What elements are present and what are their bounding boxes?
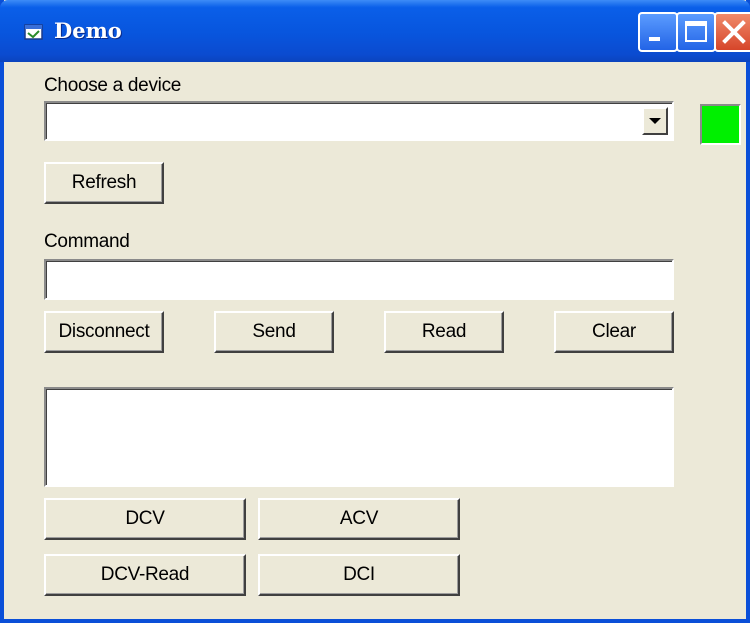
device-label: Choose a device bbox=[44, 75, 182, 96]
demo-window: Demo Choose a device Refresh Command Dis… bbox=[0, 0, 750, 623]
read-button[interactable]: Read bbox=[384, 311, 504, 353]
window-title: Demo bbox=[54, 18, 122, 43]
acv-button[interactable]: ACV bbox=[258, 498, 460, 540]
app-window-icon bbox=[24, 23, 44, 41]
dci-button[interactable]: DCI bbox=[258, 554, 460, 596]
refresh-button[interactable]: Refresh bbox=[44, 162, 164, 204]
close-icon bbox=[722, 20, 746, 44]
output-textarea[interactable] bbox=[44, 387, 674, 487]
clear-button[interactable]: Clear bbox=[554, 311, 674, 353]
dcv-read-button[interactable]: DCV-Read bbox=[44, 554, 246, 596]
chevron-down-icon[interactable] bbox=[642, 107, 668, 135]
minimize-icon bbox=[649, 37, 660, 41]
command-input[interactable] bbox=[44, 259, 674, 300]
disconnect-button[interactable]: Disconnect bbox=[44, 311, 164, 353]
close-button[interactable] bbox=[714, 12, 750, 52]
device-combobox[interactable] bbox=[44, 101, 674, 141]
maximize-button[interactable] bbox=[676, 12, 716, 52]
send-button[interactable]: Send bbox=[214, 311, 334, 353]
maximize-icon bbox=[685, 21, 707, 42]
command-label: Command bbox=[44, 231, 130, 252]
minimize-button[interactable] bbox=[638, 12, 678, 52]
status-indicator bbox=[700, 104, 741, 145]
title-bar[interactable]: Demo bbox=[0, 0, 750, 62]
dcv-button[interactable]: DCV bbox=[44, 498, 246, 540]
